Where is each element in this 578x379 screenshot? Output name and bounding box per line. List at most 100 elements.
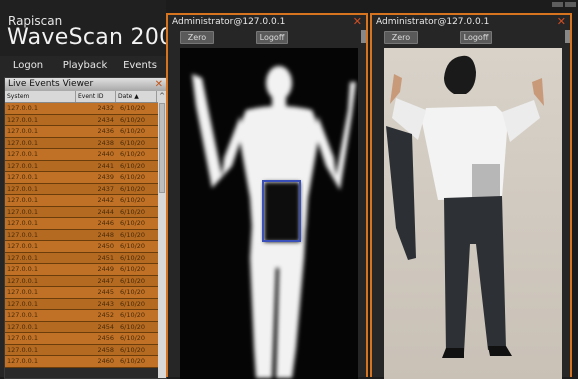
cell-event-id: 2447 [97, 276, 114, 285]
table-row[interactable]: 127.0.0.1 2440 6/10/20 [5, 149, 166, 161]
table-row[interactable]: 127.0.0.1 2434 6/10/20 [5, 114, 166, 126]
cell-date: 6/10/20 [120, 357, 146, 365]
cell-date: 6/10/20 [120, 173, 146, 181]
cell-event-id: 2452 [97, 311, 114, 319]
cell-system: 127.0.0.1 [7, 219, 39, 227]
cell-event-id: 2439 [97, 173, 114, 181]
side-tab[interactable] [361, 30, 366, 43]
table-row[interactable]: 127.0.0.1 2443 6/10/20 [5, 298, 166, 310]
cell-event-id: 2456 [97, 334, 114, 342]
maximize-button[interactable] [565, 2, 576, 7]
product-name: WaveScan 200 [7, 25, 174, 50]
live-events-viewer: Live Events Viewer ✕ System Event ID Dat… [4, 77, 167, 379]
table-row[interactable]: 127.0.0.1 2442 6/10/20 [5, 195, 166, 207]
left-panel: Rapiscan WaveScan 200 Logon Playback Eve… [0, 0, 173, 379]
pane-titlebar: Administrator@127.0.0.1 ✕ [168, 15, 366, 29]
table-row[interactable]: 127.0.0.1 2438 6/10/20 [5, 137, 166, 149]
table-row[interactable]: 127.0.0.1 2458 6/10/20 [5, 344, 166, 356]
cell-event-id: 2451 [97, 253, 114, 262]
zero-button[interactable]: Zero [384, 31, 418, 44]
cell-event-id: 2444 [97, 207, 114, 216]
table-row[interactable]: 127.0.0.1 2444 6/10/20 [5, 206, 166, 218]
brand-header: Rapiscan WaveScan 200 [0, 0, 173, 56]
cell-system: 127.0.0.1 [7, 230, 39, 239]
pane-title: Administrator@127.0.0.1 [376, 17, 490, 27]
cell-event-id: 2436 [97, 127, 114, 135]
cell-system: 127.0.0.1 [7, 253, 39, 262]
cell-date: 6/10/20 [120, 207, 146, 216]
event-rows: 127.0.0.1 2432 6/10/20 127.0.0.1 2434 6/10/20… [5, 103, 166, 368]
scan-pane: Administrator@127.0.0.1 ✕ Zero Logoff [166, 13, 368, 379]
nav-events[interactable]: Events [114, 56, 166, 76]
table-row[interactable]: 127.0.0.1 2445 6/10/20 [5, 287, 166, 299]
column-event-id[interactable]: Event ID [76, 91, 116, 102]
table-scrollbar[interactable]: ^ [158, 91, 166, 378]
side-tab[interactable] [565, 30, 570, 43]
close-icon[interactable]: ✕ [353, 15, 362, 29]
cell-system: 127.0.0.1 [7, 299, 39, 308]
cell-event-id: 2448 [97, 230, 114, 239]
close-icon[interactable]: ✕ [557, 15, 566, 29]
cell-date: 6/10/20 [120, 219, 146, 227]
cell-system: 127.0.0.1 [7, 311, 39, 319]
cell-date: 6/10/20 [120, 196, 146, 204]
table-row[interactable]: 127.0.0.1 2436 6/10/20 [5, 126, 166, 138]
nav-logon[interactable]: Logon [0, 56, 56, 76]
cell-date: 6/10/20 [120, 184, 146, 193]
cell-date: 6/10/20 [120, 276, 146, 285]
close-icon[interactable]: ✕ [155, 78, 163, 91]
sort-asc-icon: ▲ [134, 93, 139, 100]
cell-event-id: 2449 [97, 265, 114, 273]
cell-event-id: 2445 [97, 288, 114, 296]
column-date[interactable]: Date ▲ [116, 91, 157, 102]
cell-system: 127.0.0.1 [7, 322, 39, 331]
cell-event-id: 2440 [97, 150, 114, 158]
table-row[interactable]: 127.0.0.1 2450 6/10/20 [5, 241, 166, 253]
table-row[interactable]: 127.0.0.1 2460 6/10/20 [5, 356, 166, 368]
scroll-up-icon[interactable]: ^ [158, 91, 166, 101]
table-row[interactable]: 127.0.0.1 2447 6/10/20 [5, 275, 166, 287]
cell-event-id: 2454 [97, 322, 114, 331]
cell-date: 6/10/20 [120, 161, 146, 170]
table-row[interactable]: 127.0.0.1 2456 6/10/20 [5, 333, 166, 345]
cell-date: 6/10/20 [120, 322, 146, 331]
pane-titlebar: Administrator@127.0.0.1 ✕ [372, 15, 570, 29]
column-system[interactable]: System [5, 91, 76, 102]
table-row[interactable]: 127.0.0.1 2446 6/10/20 [5, 218, 166, 230]
logoff-button[interactable]: Logoff [460, 31, 492, 44]
cell-date: 6/10/20 [120, 288, 146, 296]
cell-date: 6/10/20 [120, 150, 146, 158]
cell-system: 127.0.0.1 [7, 104, 39, 112]
cell-date: 6/10/20 [120, 311, 146, 319]
nav-playback[interactable]: Playback [56, 56, 114, 76]
cell-event-id: 2437 [97, 184, 114, 193]
cell-system: 127.0.0.1 [7, 150, 39, 158]
scroll-thumb[interactable] [159, 103, 165, 193]
table-row[interactable]: 127.0.0.1 2441 6/10/20 [5, 160, 166, 172]
cell-date: 6/10/20 [120, 345, 146, 354]
cell-system: 127.0.0.1 [7, 196, 39, 204]
cell-date: 6/10/20 [120, 242, 146, 250]
zero-button[interactable]: Zero [180, 31, 214, 44]
table-row[interactable]: 127.0.0.1 2437 6/10/20 [5, 183, 166, 195]
table-row[interactable]: 127.0.0.1 2454 6/10/20 [5, 321, 166, 333]
cell-system: 127.0.0.1 [7, 276, 39, 285]
minimize-button[interactable] [552, 2, 563, 7]
table-row[interactable]: 127.0.0.1 2439 6/10/20 [5, 172, 166, 184]
cell-date: 6/10/20 [120, 115, 146, 124]
cell-event-id: 2441 [97, 161, 114, 170]
cell-system: 127.0.0.1 [7, 173, 39, 181]
table-row[interactable]: 127.0.0.1 2432 6/10/20 [5, 103, 166, 115]
cell-system: 127.0.0.1 [7, 184, 39, 193]
live-events-title: Live Events Viewer [8, 79, 94, 89]
cell-system: 127.0.0.1 [7, 138, 39, 147]
table-row[interactable]: 127.0.0.1 2448 6/10/20 [5, 229, 166, 241]
logoff-button[interactable]: Logoff [256, 31, 288, 44]
table-row[interactable]: 127.0.0.1 2451 6/10/20 [5, 252, 166, 264]
table-row[interactable]: 127.0.0.1 2449 6/10/20 [5, 264, 166, 276]
cell-event-id: 2446 [97, 219, 114, 227]
photo-pane: Administrator@127.0.0.1 ✕ Zero Logoff [370, 13, 572, 379]
cell-event-id: 2460 [97, 357, 114, 365]
table-row[interactable]: 127.0.0.1 2452 6/10/20 [5, 310, 166, 322]
cell-system: 127.0.0.1 [7, 334, 39, 342]
